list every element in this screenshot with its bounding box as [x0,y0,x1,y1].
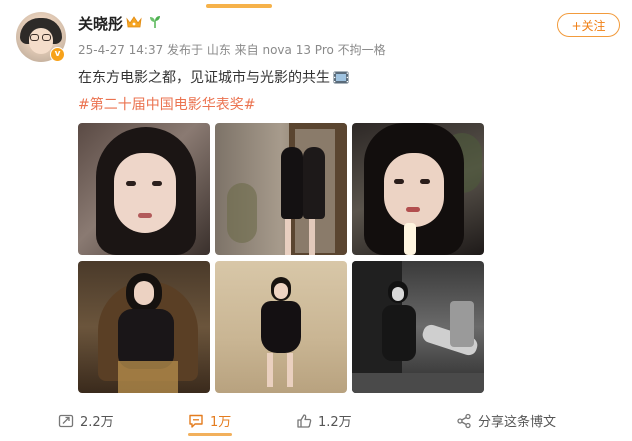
like-button[interactable]: 1.2万 [296,411,352,430]
username[interactable]: 关晓彤 [78,13,123,34]
post-meta: 25-4-27 14:37 发布于 山东 来自 nova 13 Pro 不拘一格 [78,43,386,57]
repost-button[interactable]: 2.2万 [58,411,114,430]
verified-badge-icon: v [50,47,65,62]
share-label: 分享这条博文 [478,415,557,430]
like-count: 1.2万 [318,415,352,430]
photo-grid [78,123,485,395]
photo-1[interactable] [78,123,210,255]
repost-count: 2.2万 [80,415,114,430]
photo-2[interactable] [215,123,347,255]
share-button[interactable]: 分享这条博文 [456,411,556,430]
post-text: 在东方电影之都，见证城市与光影的共生 [78,67,349,87]
photo-4[interactable] [78,261,210,393]
hashtag-link[interactable]: #第二十届中国电影华表奖# [78,94,255,114]
crown-icon [126,16,142,28]
repost-icon [58,414,74,427]
comment-button[interactable]: 1万 [188,411,232,436]
action-bar: 2.2万 1万 1.2万 分享这条博文 [0,405,632,436]
active-tab-indicator [206,4,272,8]
like-icon [297,413,312,428]
share-icon [457,413,471,428]
comment-icon [189,414,203,428]
photo-6[interactable] [352,261,484,393]
follow-button[interactable]: +关注 [557,13,620,37]
photo-3[interactable] [352,123,484,255]
photo-5[interactable] [215,261,347,393]
sprout-icon [150,16,160,28]
comment-count: 1万 [210,415,232,430]
film-icon [333,71,349,83]
comment-active-indicator [188,433,232,436]
post-text-content: 在东方电影之都，见证城市与光影的共生 [78,70,330,86]
